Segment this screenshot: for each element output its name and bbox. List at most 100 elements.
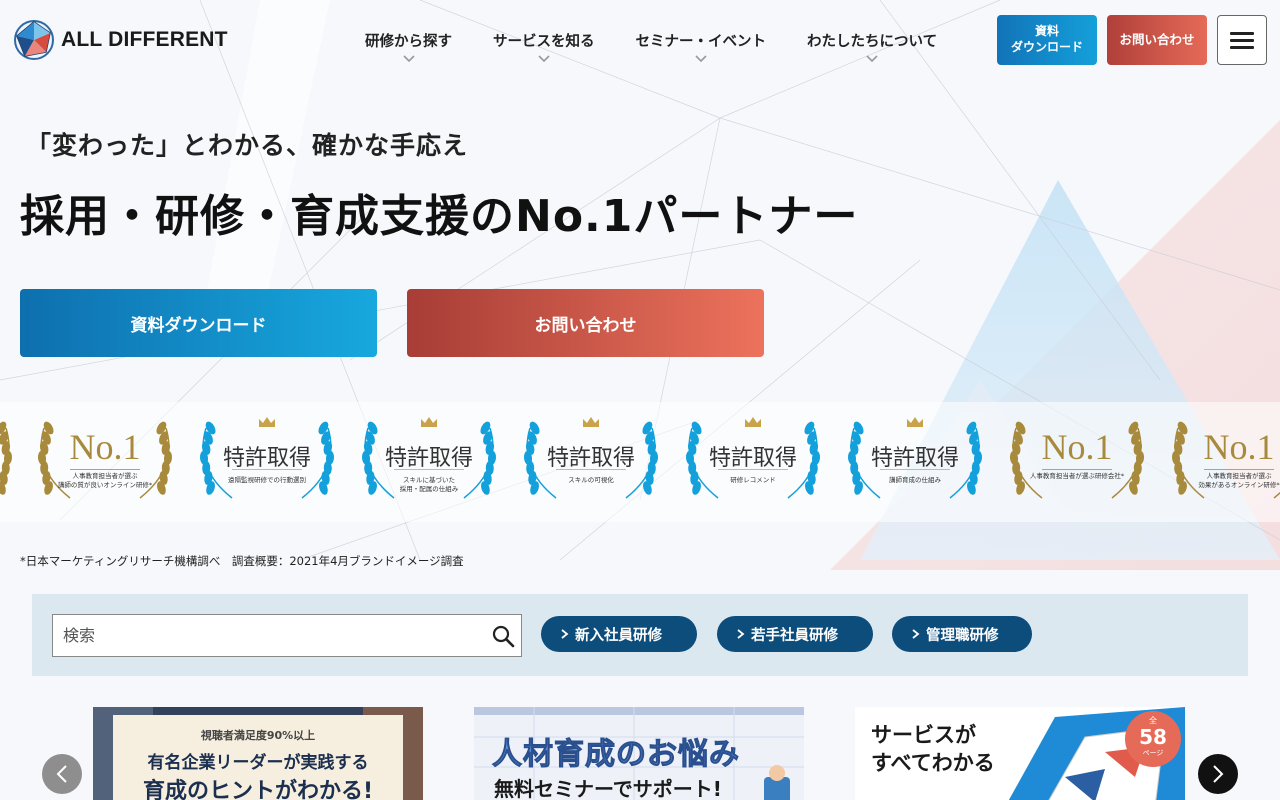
slide3-line1: サービスが (871, 723, 976, 747)
carousel-next-button[interactable] (1198, 754, 1238, 794)
tag-label: 新入社員研修 (575, 627, 662, 644)
menu-icon (1230, 31, 1254, 35)
chevron-right-icon (912, 629, 920, 639)
award-caption-line2: 採用・配属の仕組み (399, 485, 459, 494)
search-input[interactable] (53, 615, 483, 656)
award-divider (232, 469, 302, 470)
award-patent-badge: 特許取得講師育成の仕組み (840, 417, 990, 504)
banner-carousel: 視聴者満足度90%以上 有名企業リーダーが実践する 育成のヒントがわかる! 人材… (0, 700, 1280, 800)
award-no1-badge: No.1 人事教育担当者が選ぶ 効果があるオンライン研修* (1164, 420, 1280, 504)
chevron-right-icon (561, 629, 569, 639)
carousel-slide-free-seminar[interactable]: 人材育成のお悩み 無料セミナーでサポート! (474, 707, 804, 800)
award-caption-line2: 人事教育担当者が選ぶ研修会社* (1029, 472, 1125, 480)
slide1-line1: 有名企業リーダーが実践する (147, 753, 369, 773)
background-decoration (0, 0, 1280, 570)
slide1-badge: 視聴者満足度90%以上 (200, 729, 316, 742)
crown-icon (421, 417, 437, 427)
award-caption-line1: 人事教育担当者が選ぶ (1206, 472, 1272, 480)
award-patent-badge: 特許取得スキルの可視化 (516, 417, 666, 504)
award-divider (718, 469, 788, 470)
hamburger-menu-button[interactable] (1217, 15, 1267, 65)
site-logo[interactable]: ALL DIFFERENT (13, 18, 228, 62)
header-download-button[interactable]: 資料 ダウンロード (997, 15, 1097, 65)
nav-item-label: わたしたちについて (807, 34, 938, 50)
award-title: 特許取得 (708, 446, 797, 471)
header-contact-button[interactable]: お問い合わせ (1107, 15, 1207, 65)
award-divider (394, 469, 464, 470)
award-title: 特許取得 (546, 446, 635, 471)
slide3-line2: すべてわかる (871, 751, 995, 775)
hero-subtitle: 「変わった」とわかる、確かな手応え (26, 131, 469, 160)
award-divider (880, 469, 950, 470)
award-caption-line2: 遠隔監視研修での行動選別 (228, 476, 306, 484)
nav-item-find-training[interactable]: 研修から探す (365, 30, 452, 63)
award-edge-clipped (0, 420, 20, 504)
tag-new-employee-training[interactable]: 新入社員研修 (541, 616, 697, 652)
search-box (52, 614, 522, 657)
chevron-left-icon (56, 765, 67, 783)
chevron-down-icon (402, 55, 415, 63)
hero-contact-button[interactable]: お問い合わせ (407, 289, 764, 357)
tag-manager-training[interactable]: 管理職研修 (892, 616, 1032, 652)
hero-download-button[interactable]: 資料ダウンロード (20, 289, 377, 357)
chevron-down-icon (866, 55, 878, 63)
award-caption-line1: スキルに基づいた (403, 476, 455, 484)
award-title: No.1 (69, 427, 141, 467)
laurel-wreath-icon (0, 421, 13, 495)
award-title: No.1 (1203, 427, 1275, 467)
award-patent-badge: 特許取得 スキルに基づいた 採用・配属の仕組み (354, 417, 504, 504)
main-nav: 研修から探す サービスを知る セミナー・イベント わたしたちについて (344, 30, 937, 63)
chevron-right-icon (1213, 765, 1224, 783)
chevron-down-icon (538, 55, 550, 63)
award-caption-line2: スキルの可視化 (568, 476, 614, 484)
award-caption-line2: 講師育成の仕組み (889, 476, 941, 484)
chevron-down-icon (695, 55, 707, 63)
award-patent-badge: 特許取得研修レコメンド (678, 417, 828, 504)
award-title: No.1 (1041, 427, 1113, 467)
award-caption-line2: 効果があるオンライン研修* (1198, 481, 1280, 490)
award-caption: 遠隔監視研修での行動選別 (217, 476, 317, 485)
nav-item-seminars[interactable]: セミナー・イベント (635, 30, 767, 63)
awards-strip: No.1 人事教育担当者が選ぶ 講師の質が良いオンライン研修* 特許取得遠隔監視研修で… (0, 402, 1280, 522)
award-no1-badge: No.1 人事教育担当者が選ぶ 講師の質が良いオンライン研修* (30, 420, 180, 504)
award-caption-line2: 研修レコメンド (730, 476, 776, 484)
award-caption: スキルの可視化 (541, 476, 641, 485)
crown-icon (907, 417, 923, 427)
slide2-line2: 無料セミナーでサポート! (494, 777, 722, 800)
award-patent-badge: 特許取得遠隔監視研修での行動選別 (192, 417, 342, 504)
award-title: 特許取得 (870, 446, 959, 471)
nav-item-about[interactable]: わたしたちについて (807, 30, 937, 63)
slide2-line1: 人材育成のお悩み (492, 737, 740, 773)
carousel-slide-leader-tips[interactable]: 視聴者満足度90%以上 有名企業リーダーが実践する 育成のヒントがわかる! (93, 707, 423, 800)
slide1-line2: 育成のヒントがわかる! (142, 779, 374, 800)
award-caption: 研修レコメンド (703, 476, 803, 485)
award-caption: スキルに基づいた 採用・配属の仕組み (379, 476, 479, 494)
nav-item-label: セミナー・イベント (635, 34, 767, 50)
award-divider (556, 469, 626, 470)
header-download-line2: ダウンロード (1010, 40, 1083, 54)
award-caption: 人事教育担当者が選ぶ研修会社* (1027, 472, 1127, 481)
nav-item-services[interactable]: サービスを知る (493, 30, 595, 63)
hero-title: 採用・研修・育成支援のNo.1パートナー (20, 191, 859, 242)
carousel-slide-service-guide[interactable]: サービスが すべてわかる 全 58 ページ (855, 707, 1185, 800)
tag-young-employee-training[interactable]: 若手社員研修 (717, 616, 873, 652)
award-caption: 人事教育担当者が選ぶ 効果があるオンライン研修* (1189, 472, 1280, 490)
site-header: ALL DIFFERENT 研修から探す サービスを知る セミナー・イベント わ… (0, 0, 1280, 82)
carousel-prev-button[interactable] (42, 754, 82, 794)
tag-label: 管理職研修 (926, 627, 999, 644)
logo-text: ALL DIFFERENT (61, 28, 228, 51)
slide3-page-badge: 全 58 ページ (1125, 711, 1181, 767)
tag-label: 若手社員研修 (751, 627, 838, 644)
chevron-right-icon (737, 629, 745, 639)
search-icon[interactable] (491, 624, 515, 648)
award-no1-badge: No.1 人事教育担当者が選ぶ研修会社* (1002, 420, 1152, 504)
logo-mark-icon (14, 20, 54, 60)
award-caption: 人事教育担当者が選ぶ 講師の質が良いオンライン研修* (55, 472, 155, 490)
slide3-badge-unit: ページ (1142, 749, 1164, 757)
header-download-line1: 資料 (1034, 24, 1059, 39)
award-divider (1042, 469, 1112, 470)
nav-item-label: 研修から探す (365, 34, 452, 50)
award-caption-line1: 人事教育担当者が選ぶ (72, 472, 138, 480)
award-title: 特許取得 (222, 446, 311, 471)
slide3-badge-num: 58 (1139, 725, 1167, 749)
